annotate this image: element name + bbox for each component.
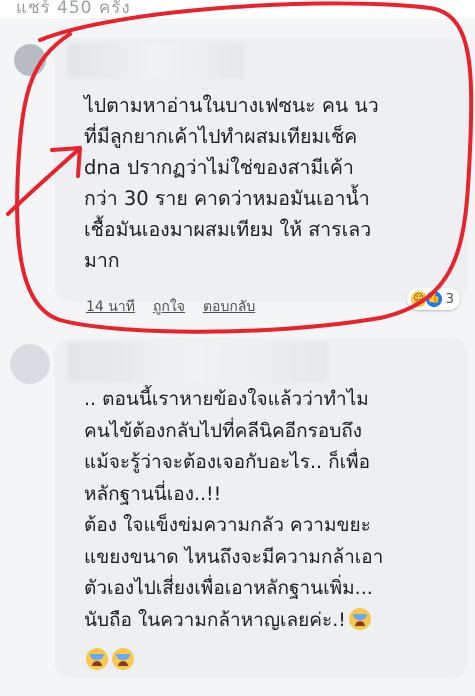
like-icon: 👍 xyxy=(424,290,443,308)
crying-face-icon xyxy=(86,648,108,670)
avatar[interactable] xyxy=(10,344,50,384)
redacted-name xyxy=(68,44,244,78)
reaction-summary[interactable]: ☺ 👍 3 xyxy=(406,288,460,310)
comment-text: ไปตามหาอ่านในบางเฟซนะ คน นว ที่มีลูกยากเ… xyxy=(84,94,379,272)
avatar[interactable] xyxy=(14,44,46,76)
comment-bubble: ไปตามหาอ่านในบางเฟซนะ คน นว ที่มีลูกยากเ… xyxy=(54,38,468,302)
crying-face-icon xyxy=(348,607,371,630)
comment-text: .. ตอนนี้เราหายข้องใจแล้วว่าทำไม คนไข้ต้… xyxy=(84,384,456,636)
comment-actions: 14 นาที ถูกใจ ตอบกลับ xyxy=(86,296,255,318)
redacted-name xyxy=(68,342,328,382)
emoji-row xyxy=(86,648,134,670)
comment-time[interactable]: 14 นาที xyxy=(86,296,135,318)
reaction-count: 3 xyxy=(445,291,454,307)
comment-text-content: .. ตอนนี้เราหายข้องใจแล้วว่าทำไม คนไข้ต้… xyxy=(84,388,384,631)
crying-face-icon xyxy=(112,648,134,670)
top-bar: แชร์ 450 ครั้ง xyxy=(0,0,475,18)
reply-button[interactable]: ตอบกลับ xyxy=(203,296,255,318)
screenshot-page: แชร์ 450 ครั้ง ไปตามหาอ่านในบางเฟซนะ คน … xyxy=(0,0,475,696)
comment-bubble: .. ตอนนี้เราหายข้องใจแล้วว่าทำไม คนไข้ต้… xyxy=(54,338,468,678)
shares-count-text: แชร์ 450 ครั้ง xyxy=(16,0,131,18)
like-button[interactable]: ถูกใจ xyxy=(153,296,185,318)
